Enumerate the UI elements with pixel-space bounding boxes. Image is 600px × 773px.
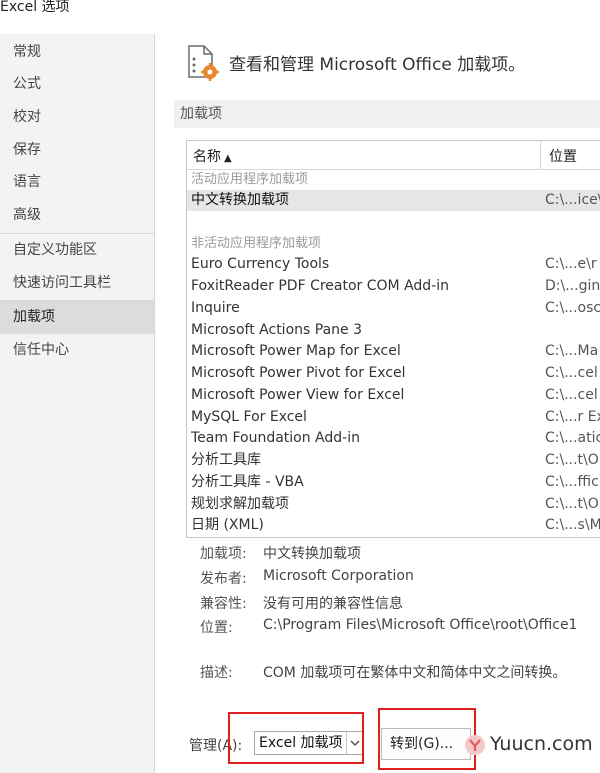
list-item[interactable]: 分析工具库 - VBA C:\...ffic [187, 472, 600, 493]
sidebar-item-quick-access-toolbar[interactable]: 快速访问工具栏 [0, 268, 154, 298]
detail-label: 加载项: [200, 546, 247, 562]
list-item[interactable]: Microsoft Actions Pane 3 [187, 320, 600, 341]
list-item[interactable]: 分析工具库 C:\...t\O [187, 450, 600, 471]
detail-value: Microsoft Corporation [263, 568, 414, 584]
sidebar-item-formulas[interactable]: 公式 [0, 69, 154, 99]
window-title: Excel 选项 [0, 0, 70, 15]
goto-button[interactable]: 转到(G)... [381, 728, 471, 760]
detail-value: C:\Program Files\Microsoft Office\root\O… [263, 617, 578, 633]
detail-value: 没有可用的兼容性信息 [263, 596, 403, 612]
sidebar-item-advanced[interactable]: 高级 [0, 200, 154, 230]
column-name-label: 名称 [193, 149, 221, 165]
sidebar-item-addins[interactable]: 加载项 [0, 301, 154, 334]
list-item[interactable]: 规划求解加载项 C:\...t\O [187, 494, 600, 515]
sidebar-item-language[interactable]: 语言 [0, 167, 154, 197]
list-item[interactable]: Microsoft Power Map for Excel C:\...Ma [187, 341, 600, 362]
detail-label: 发布者: [200, 571, 247, 587]
section-header: 加载项 [174, 100, 600, 128]
list-item[interactable]: FoxitReader PDF Creator COM Add-in D:\...… [187, 276, 600, 297]
title-bar: Excel 选项 [0, 0, 600, 24]
sidebar-item-save[interactable]: 保存 [0, 135, 154, 165]
detail-value: COM 加载项可在繁体中文和简体中文之间转换。 [263, 665, 567, 681]
sidebar-item-general[interactable]: 常规 [0, 37, 154, 67]
watermark-text: Yuucn.com [490, 733, 593, 755]
manage-dropdown[interactable]: Excel 加载项 [254, 731, 364, 755]
group-label-inactive: 非活动应用程序加载项 [191, 236, 322, 251]
list-item[interactable]: 日期 (XML) C:\...s\M [187, 515, 600, 536]
column-header-name[interactable]: 名称 ▲ [193, 146, 232, 166]
manage-label: 管理(A): [189, 738, 243, 754]
sort-ascending-icon: ▲ [224, 153, 232, 164]
sidebar-item-trust-center[interactable]: 信任中心 [0, 335, 154, 365]
addins-list[interactable]: 名称 ▲ 位置 活动应用程序加载项 中文转换加载项 C:\...ice\ 非活动应用… [186, 140, 600, 538]
column-divider[interactable] [540, 141, 541, 169]
options-sidebar: 常规 公式 校对 保存 语言 高级 自定义功能区 快速访问工具栏 加载项 信任中… [0, 34, 155, 773]
sidebar-item-customize-ribbon[interactable]: 自定义功能区 [0, 235, 154, 265]
list-item[interactable]: Microsoft Power View for Excel C:\...cel [187, 385, 600, 406]
list-item[interactable]: 中文转换加载项 C:\...ice\ [187, 190, 600, 211]
list-item[interactable]: Team Foundation Add-in C:\...atic [187, 428, 600, 449]
sidebar-divider [0, 233, 154, 234]
chevron-down-icon[interactable] [346, 732, 363, 754]
watermark-logo-icon [465, 735, 485, 755]
detail-label: 位置: [200, 620, 233, 636]
manage-dropdown-value: Excel 加载项 [259, 735, 343, 751]
list-item[interactable]: MySQL For Excel C:\...r Ex [187, 407, 600, 428]
detail-value: 中文转换加载项 [263, 546, 361, 562]
sidebar-item-proofing[interactable]: 校对 [0, 102, 154, 132]
detail-label: 兼容性: [200, 596, 247, 612]
list-item[interactable]: Inquire C:\...osc [187, 298, 600, 319]
list-header: 名称 ▲ 位置 [187, 141, 600, 170]
column-header-location[interactable]: 位置 [549, 146, 577, 166]
group-label-active: 活动应用程序加载项 [191, 172, 309, 187]
list-item[interactable]: Microsoft Power Pivot for Excel C:\...cel [187, 363, 600, 384]
detail-label: 描述: [200, 665, 233, 681]
page-header: 查看和管理 Microsoft Office 加载项。 [229, 55, 526, 75]
addins-gear-document-icon [188, 45, 219, 81]
list-item[interactable]: Euro Currency Tools C:\...e\r [187, 254, 600, 275]
